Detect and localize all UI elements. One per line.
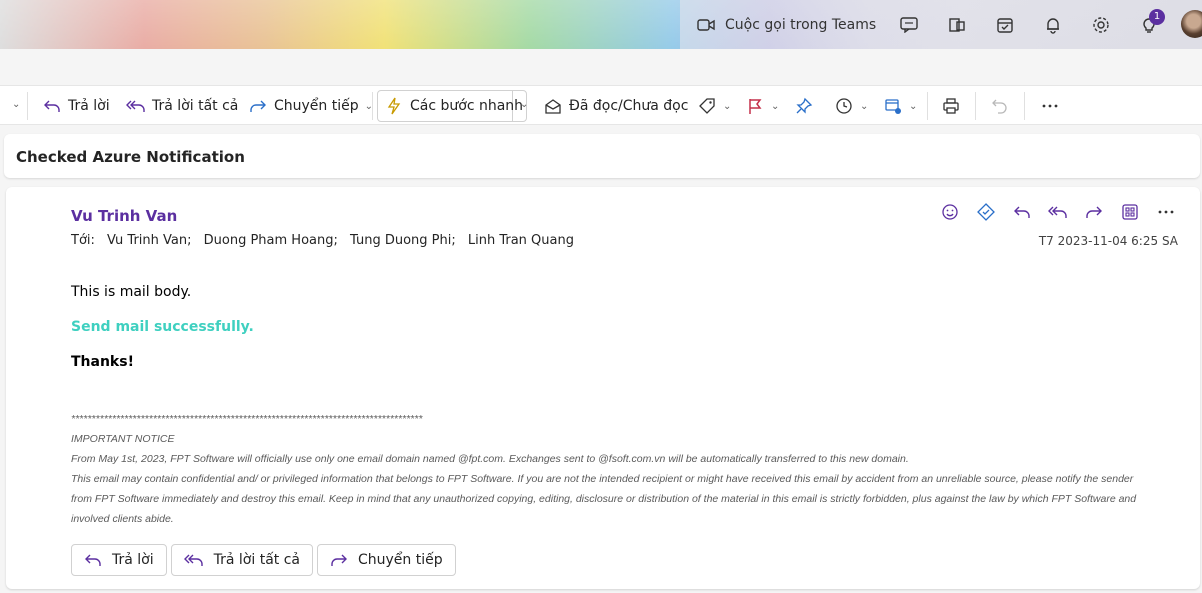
inline-forward-label: Chuyển tiếp	[357, 552, 443, 568]
quick-steps-chevron-icon[interactable]: ⌄	[520, 99, 528, 110]
body-success-line: Send mail successfully.	[71, 319, 254, 335]
legal-notice: ****************************************…	[71, 409, 1171, 529]
chevron-down-icon[interactable]: ⌄	[771, 101, 779, 112]
envelope-open-icon	[543, 96, 563, 116]
reply-icon	[42, 96, 62, 116]
toolbar-divider	[975, 92, 976, 120]
chevron-down-icon[interactable]: ⌄	[12, 99, 20, 110]
reply-icon	[84, 553, 102, 567]
inline-reply-button[interactable]: Trả lời	[71, 544, 167, 576]
forward-label: Chuyển tiếp	[274, 98, 359, 114]
reply-all-icon	[126, 96, 146, 116]
undo-icon	[990, 96, 1010, 116]
notifications-button[interactable]	[1042, 13, 1064, 37]
lightning-icon	[384, 96, 404, 116]
chat-icon	[900, 17, 918, 33]
recipient[interactable]: Duong Pham Hoang;	[204, 233, 338, 248]
recipient[interactable]: Tung Duong Phi;	[350, 233, 456, 248]
reply-button[interactable]: Trả lời	[42, 86, 110, 126]
read-unread-label: Đã đọc/Chưa đọc	[569, 98, 689, 114]
teams-call-label: Cuộc gọi trong Teams	[725, 17, 877, 33]
inline-reply-all-label: Trả lời tất cả	[213, 552, 300, 568]
message-actions	[932, 201, 1184, 223]
reply-all-icon[interactable]	[1040, 205, 1076, 219]
categorize-button[interactable]: ⌄	[697, 86, 731, 126]
more-icon[interactable]	[1148, 210, 1184, 214]
reply-all-button[interactable]: Trả lời tất cả	[126, 86, 238, 126]
flag-icon	[745, 96, 765, 116]
more-actions-button[interactable]	[1040, 86, 1066, 126]
reply-label: Trả lời	[68, 98, 110, 114]
calendar-button[interactable]	[994, 13, 1016, 37]
quick-steps-button[interactable]: Các bước nhanh	[384, 86, 523, 126]
inline-reply-label: Trả lời	[112, 552, 154, 568]
apps-icon[interactable]	[1112, 204, 1148, 220]
message-date: T7 2023-11-04 6:25 SA	[1038, 234, 1178, 248]
toolbar-divider	[27, 92, 28, 120]
command-toolbar: ⌄ Trả lời Trả lời tất cả Chuyển tiếp ⌄ C…	[0, 85, 1202, 125]
inline-reply-all-button[interactable]: Trả lời tất cả	[170, 544, 313, 576]
chevron-down-icon[interactable]: ⌄	[860, 101, 868, 112]
notice-stars: ****************************************…	[71, 413, 423, 425]
office-button[interactable]	[946, 13, 968, 37]
toolbar-divider	[1024, 92, 1025, 120]
bell-icon	[1044, 16, 1062, 34]
undo-button[interactable]	[990, 86, 1016, 126]
forward-icon[interactable]	[1076, 205, 1112, 219]
pin-icon	[794, 96, 814, 116]
sender-name[interactable]: Vu Trinh Van	[71, 207, 177, 225]
avatar[interactable]	[1181, 10, 1202, 38]
chevron-down-icon[interactable]: ⌄	[723, 101, 731, 112]
forward-icon	[330, 553, 348, 567]
clock-icon	[834, 96, 854, 116]
toolbar-divider	[927, 92, 928, 120]
reply-icon[interactable]	[1004, 205, 1040, 219]
body-thanks-line: Thanks!	[71, 354, 134, 370]
snooze-button[interactable]: ⌄	[834, 86, 868, 126]
rules-button[interactable]: ⌄	[883, 86, 917, 126]
notice-line: from FPT Software immediately and destro…	[71, 493, 1137, 505]
notice-line: This email may contain confidential and/…	[71, 473, 1134, 485]
calendar-icon	[996, 16, 1014, 34]
body-line: This is mail body.	[71, 284, 192, 300]
forward-icon	[248, 96, 268, 116]
recipient[interactable]: Vu Trinh Van;	[107, 233, 191, 248]
reply-all-label: Trả lời tất cả	[152, 98, 239, 114]
video-icon	[697, 18, 715, 32]
office-icon	[948, 16, 966, 34]
app-header: Cuộc gọi trong Teams 1	[0, 0, 1202, 49]
reply-button-row: Trả lời Trả lời tất cả Chuyển tiếp	[71, 544, 460, 576]
chat-button[interactable]	[898, 13, 920, 37]
flag-button[interactable]: ⌄	[745, 86, 779, 126]
to-label: Tới:	[71, 233, 95, 248]
teams-call-button[interactable]: Cuộc gọi trong Teams	[697, 13, 876, 37]
notice-line: From May 1st, 2023, FPT Software will of…	[71, 453, 909, 465]
notice-line: involved clients abide.	[71, 513, 174, 525]
tag-icon	[697, 96, 717, 116]
inline-forward-button[interactable]: Chuyển tiếp	[316, 544, 456, 576]
more-icon	[1040, 96, 1060, 116]
rules-icon	[883, 96, 903, 116]
toolbar-divider	[372, 92, 373, 120]
subject-card: Checked Azure Notification	[4, 134, 1200, 178]
chevron-down-icon[interactable]: ⌄	[909, 101, 917, 112]
gear-icon	[1092, 16, 1110, 34]
read-unread-button[interactable]: Đã đọc/Chưa đọc	[543, 86, 688, 126]
pin-button[interactable]	[794, 86, 820, 126]
forward-button[interactable]: Chuyển tiếp ⌄	[248, 86, 373, 126]
print-button[interactable]	[941, 86, 967, 126]
recipients-line: Tới: Vu Trinh Van; Duong Pham Hoang; Tun…	[71, 233, 582, 248]
quick-steps-label: Các bước nhanh	[410, 98, 524, 114]
settings-button[interactable]	[1090, 13, 1112, 37]
emoji-icon[interactable]	[932, 203, 968, 221]
recipient[interactable]: Linh Tran Quang	[468, 233, 574, 248]
printer-icon	[941, 96, 961, 116]
reply-all-icon	[183, 553, 204, 567]
message-card: Vu Trinh Van Tới: Vu Trinh Van; Duong Ph…	[6, 187, 1200, 589]
loop-icon[interactable]	[968, 203, 1004, 221]
notice-heading: IMPORTANT NOTICE	[71, 433, 175, 445]
notification-badge: 1	[1149, 9, 1165, 25]
message-subject: Checked Azure Notification	[16, 148, 245, 166]
